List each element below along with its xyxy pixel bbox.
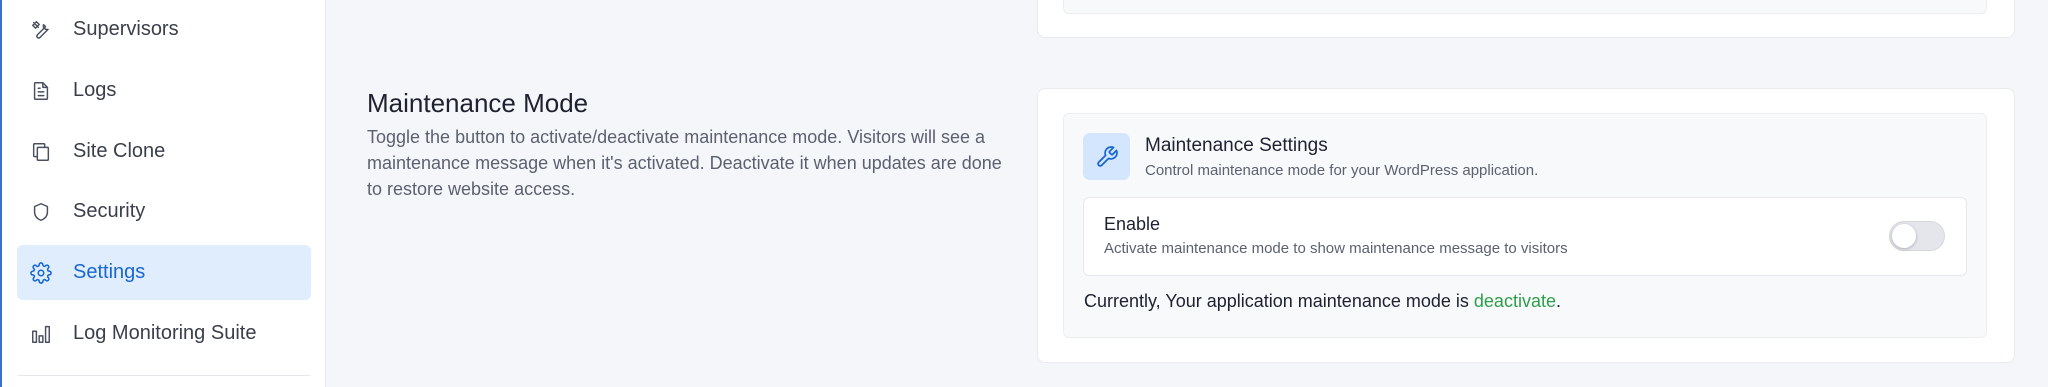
- status-prefix: Currently, Your application maintenance …: [1084, 291, 1474, 311]
- sidebar-item-label: Security: [73, 200, 146, 222]
- section-title: Maintenance Mode: [367, 88, 589, 118]
- tools-icon: [29, 18, 53, 42]
- sidebar-item-settings[interactable]: Settings: [17, 245, 311, 300]
- document-icon: [29, 79, 53, 103]
- previous-card-panel: [1063, 0, 1987, 14]
- bar-chart-icon: [29, 322, 53, 346]
- sidebar-item-security[interactable]: Security: [17, 184, 311, 239]
- wrench-icon: [1083, 133, 1130, 180]
- shield-icon: [29, 200, 53, 224]
- maintenance-toggle[interactable]: [1889, 221, 1945, 251]
- panel-subtitle: Control maintenance mode for your WordPr…: [1145, 162, 1539, 179]
- sidebar-item-supervisors[interactable]: Supervisors: [17, 2, 311, 57]
- status-suffix: .: [1555, 291, 1561, 311]
- sidebar-divider: [18, 375, 310, 376]
- copy-icon: [29, 140, 53, 164]
- toggle-knob: [1892, 224, 1916, 248]
- enable-label: Enable: [1104, 214, 1161, 234]
- sidebar-item-label: Settings: [73, 261, 146, 283]
- sidebar: Supervisors Logs Site Clone Security Set…: [2, 0, 326, 387]
- sidebar-item-label: Log Monitoring Suite: [73, 322, 257, 344]
- enable-description: Activate maintenance mode to show mainte…: [1104, 240, 1568, 257]
- gear-icon: [29, 261, 53, 285]
- sidebar-item-label: Logs: [73, 79, 117, 101]
- sidebar-item-label: Supervisors: [73, 18, 179, 40]
- panel-title: Maintenance Settings: [1145, 135, 1328, 156]
- status-line: Currently, Your application maintenance …: [1084, 291, 1561, 312]
- sidebar-item-label: Site Clone: [73, 140, 166, 162]
- section-description: Toggle the button to activate/deactivate…: [367, 127, 1002, 199]
- sidebar-item-log-monitoring-suite[interactable]: Log Monitoring Suite: [17, 306, 311, 361]
- sidebar-item-site-clone[interactable]: Site Clone: [17, 124, 311, 179]
- sidebar-item-logs[interactable]: Logs: [17, 63, 311, 118]
- enable-row: [1083, 197, 1967, 276]
- status-value: deactivate: [1473, 291, 1556, 311]
